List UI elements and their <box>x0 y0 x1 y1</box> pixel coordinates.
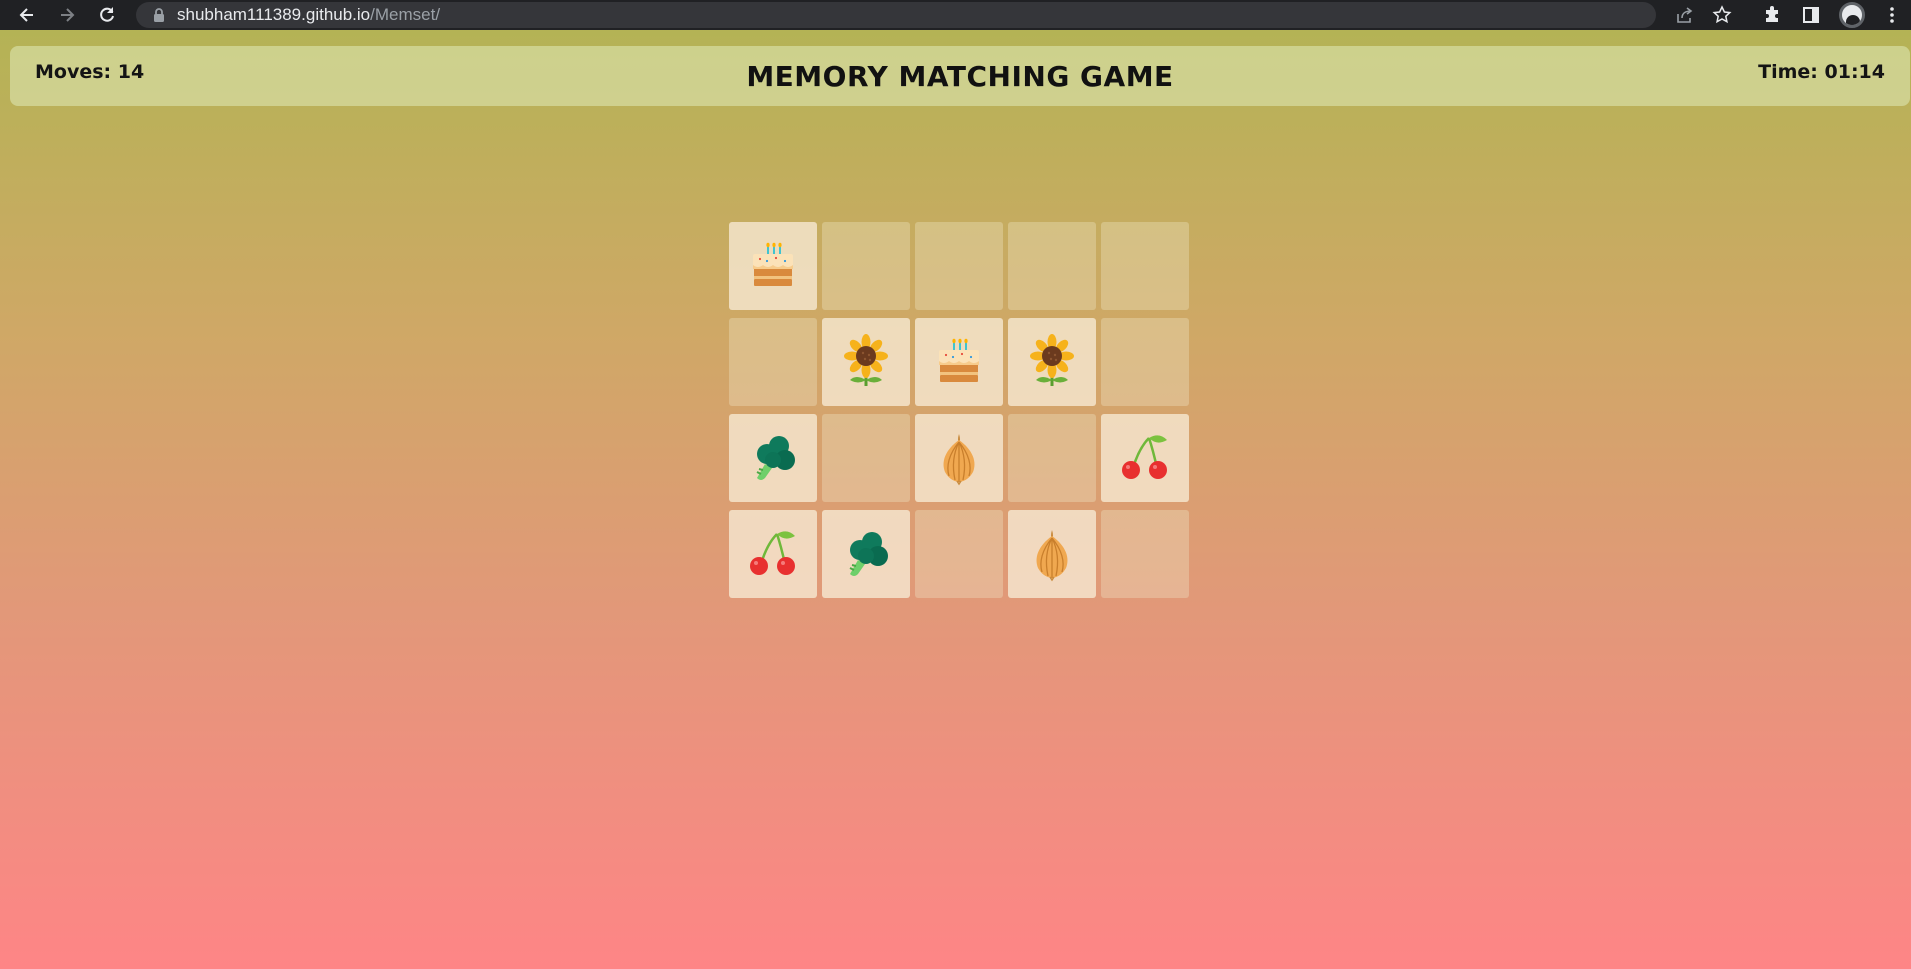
back-arrow-icon[interactable] <box>13 1 41 29</box>
sunflower-icon <box>1024 334 1080 390</box>
side-panel-icon[interactable] <box>1799 3 1823 27</box>
url-path: /Memset/ <box>370 5 441 24</box>
url-text: shubham111389.github.io/Memset/ <box>177 6 440 24</box>
card-grid <box>729 222 1190 599</box>
forward-arrow-icon[interactable] <box>53 1 81 29</box>
cherries-icon <box>745 526 801 582</box>
broccoli-icon <box>838 526 894 582</box>
card-hidden[interactable] <box>822 414 910 502</box>
card-broccoli[interactable] <box>822 510 910 598</box>
onion-icon <box>1024 526 1080 582</box>
card-cherries[interactable] <box>1101 414 1189 502</box>
extensions-icon[interactable] <box>1760 3 1784 27</box>
card-sunflower[interactable] <box>822 318 910 406</box>
timer: Time: 01:14 <box>1758 61 1885 83</box>
card-hidden[interactable] <box>915 510 1003 598</box>
share-icon[interactable] <box>1672 3 1696 27</box>
url-host: shubham111389.github.io <box>177 5 371 24</box>
page-title: MEMORY MATCHING GAME <box>746 60 1174 93</box>
card-hidden[interactable] <box>1101 510 1189 598</box>
card-hidden[interactable] <box>822 222 910 310</box>
more-menu-icon[interactable] <box>1882 3 1902 27</box>
card-hidden[interactable] <box>1008 222 1096 310</box>
reload-icon[interactable] <box>93 1 121 29</box>
card-cherries[interactable] <box>729 510 817 598</box>
card-hidden[interactable] <box>915 222 1003 310</box>
cake-icon <box>931 334 987 390</box>
onion-icon <box>931 430 987 486</box>
card-broccoli[interactable] <box>729 414 817 502</box>
broccoli-icon <box>745 430 801 486</box>
card-hidden[interactable] <box>1101 318 1189 406</box>
card-onion[interactable] <box>1008 510 1096 598</box>
address-bar[interactable]: shubham111389.github.io/Memset/ <box>136 2 1656 28</box>
game-header: Moves: 14 MEMORY MATCHING GAME Time: 01:… <box>10 46 1910 106</box>
bookmark-star-icon[interactable] <box>1710 3 1734 27</box>
cherries-icon <box>1117 430 1173 486</box>
card-onion[interactable] <box>915 414 1003 502</box>
game-page: Moves: 14 MEMORY MATCHING GAME Time: 01:… <box>0 30 1911 969</box>
browser-toolbar: shubham111389.github.io/Memset/ <box>0 0 1911 30</box>
card-cake[interactable] <box>729 222 817 310</box>
card-sunflower[interactable] <box>1008 318 1096 406</box>
cake-icon <box>745 238 801 294</box>
card-hidden[interactable] <box>729 318 817 406</box>
sunflower-icon <box>838 334 894 390</box>
profile-avatar[interactable] <box>1838 2 1866 28</box>
card-hidden[interactable] <box>1008 414 1096 502</box>
card-cake[interactable] <box>915 318 1003 406</box>
card-hidden[interactable] <box>1101 222 1189 310</box>
lock-icon <box>154 8 164 22</box>
